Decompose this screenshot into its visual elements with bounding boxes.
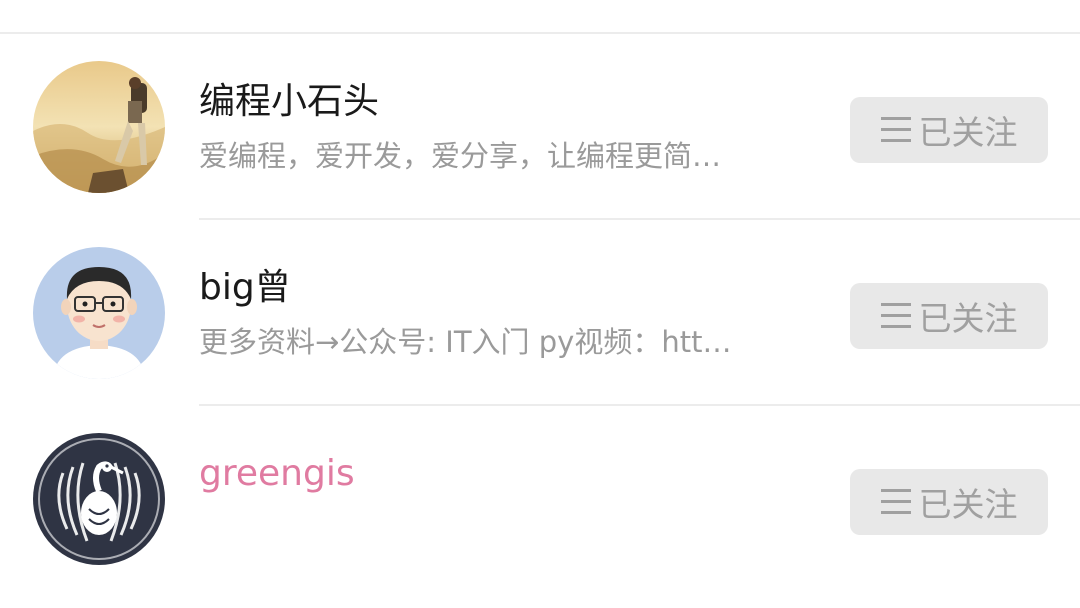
menu-icon: [880, 303, 911, 329]
menu-icon: [880, 117, 911, 143]
list-item[interactable]: big曾 更多资料→公众号: IT入门 py视频：htt… 已关注: [0, 220, 1080, 406]
user-name[interactable]: big曾: [199, 266, 291, 310]
list-item[interactable]: 编程小石头 爱编程，爱开发，爱分享，让编程更简… 已关注: [0, 34, 1080, 220]
avatar[interactable]: [33, 247, 165, 379]
following-button[interactable]: 已关注: [850, 97, 1048, 163]
following-label: 已关注: [918, 299, 1018, 338]
user-name[interactable]: 编程小石头: [199, 80, 379, 124]
list-item[interactable]: greengis 已关注: [0, 406, 1080, 592]
menu-icon: [880, 489, 911, 515]
crane-crest-avatar-icon: [33, 433, 165, 565]
following-list: 编程小石头 爱编程，爱开发，爱分享，让编程更简… 已关注 big曾 更多资料→公…: [0, 34, 1080, 592]
following-button[interactable]: 已关注: [850, 283, 1048, 349]
following-button[interactable]: 已关注: [850, 469, 1048, 535]
avatar[interactable]: [33, 433, 165, 565]
following-label: 已关注: [918, 485, 1018, 524]
user-bio: 爱编程，爱开发，爱分享，让编程更简…: [199, 139, 722, 173]
user-name[interactable]: greengis: [199, 452, 355, 496]
hiker-mountain-avatar-icon: [33, 61, 165, 193]
cartoon-man-glasses-avatar-icon: [33, 247, 165, 379]
user-bio: 更多资料→公众号: IT入门 py视频：htt…: [199, 325, 732, 359]
following-label: 已关注: [918, 113, 1018, 152]
avatar[interactable]: [33, 61, 165, 193]
